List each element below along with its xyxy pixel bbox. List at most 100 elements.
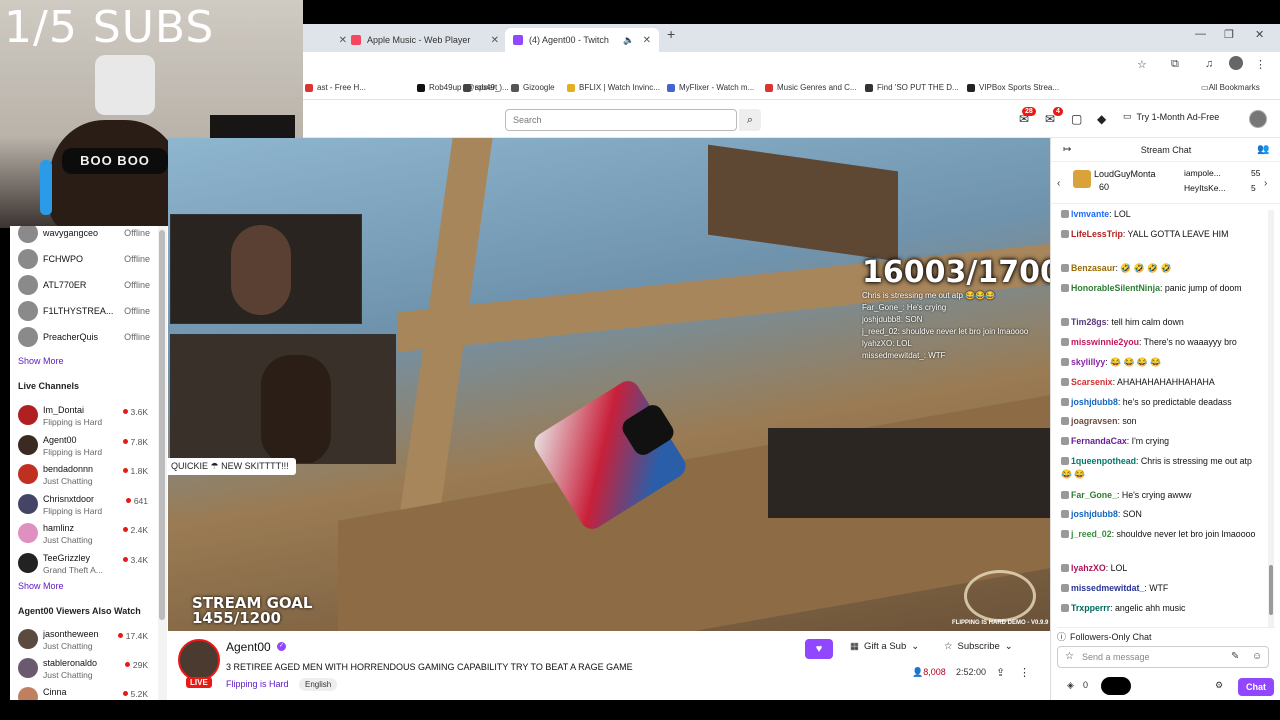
minimize-icon[interactable]: — (1195, 28, 1206, 40)
sidebar-live-channel[interactable]: Chrisnxtdoor Flipping is Hard 641 (10, 491, 160, 517)
chat-username[interactable]: joagravsen (1071, 416, 1117, 426)
new-tab-plus-icon[interactable]: + (667, 26, 675, 42)
emoji-icon[interactable]: ☺ (1252, 651, 1262, 662)
gift-sub-button[interactable]: ▦ Gift a Sub ⌄ (850, 641, 919, 652)
sidebar-recommended-channel[interactable]: Cinna Just Chatting 5.2K (10, 684, 160, 700)
sidebar-recommended-channel[interactable]: jasontheween Just Chatting 17.4K (10, 626, 160, 652)
follow-heart-button[interactable]: ♥ (805, 639, 833, 659)
channel-game: Grand Theft A... (43, 565, 103, 575)
share-icon[interactable]: ⇪ (996, 666, 1005, 679)
bookmark-item[interactable]: ast - Free H... (305, 83, 366, 92)
chat-username[interactable]: 1queenpothead (1071, 456, 1136, 466)
chat-username[interactable]: HonorableSilentNinja (1071, 283, 1160, 293)
channel-name: Im_Dontai (43, 405, 85, 415)
close-window-icon[interactable]: ✕ (1255, 28, 1264, 41)
overlay-chat-line: lyahzXO: LOL (862, 339, 912, 348)
sidebar-live-channel[interactable]: hamlinz Just Chatting 2.4K (10, 520, 160, 546)
sidebar-live-channel[interactable]: Agent00 Flipping is Hard 7.8K (10, 432, 160, 458)
chat-username[interactable]: Trxpperrr (1071, 603, 1110, 613)
more-options-icon[interactable]: ⋮ (1019, 666, 1030, 679)
channel-points-icon[interactable]: ◈ (1067, 680, 1074, 691)
bookmark-label: VIPBox Sports Strea... (979, 83, 1060, 92)
theater-icon[interactable]: ▢ (1071, 112, 1082, 126)
show-more-link[interactable]: Show More (18, 581, 64, 591)
emote-picker-icon[interactable]: ✎ (1231, 651, 1239, 662)
star-icon[interactable]: ☆ (1137, 58, 1147, 71)
sidebar-channel-offline[interactable]: FCHWPO Offline (10, 246, 160, 272)
bookmark-item[interactable]: Find 'SO PUT THE D... (865, 83, 959, 92)
chat-username[interactable]: misswinnie2you (1071, 337, 1139, 347)
chat-username[interactable]: joshjdubb8 (1071, 397, 1118, 407)
bookmark-item[interactable]: Music Genres and C... (765, 83, 857, 92)
chat-username[interactable]: lvmvante (1071, 209, 1109, 219)
chat-scrollbar[interactable] (1268, 210, 1274, 628)
all-bookmarks[interactable]: ▭ All Bookmarks (1201, 83, 1260, 92)
extensions-icon[interactable]: ⧉ (1171, 58, 1179, 71)
subscribe-button[interactable]: ☆ Subscribe ⌄ (944, 641, 1013, 652)
restore-icon[interactable]: ❐ (1224, 28, 1234, 41)
chat-send-button[interactable]: Chat (1238, 678, 1274, 696)
bookmark-item[interactable]: Gizoogle (511, 83, 555, 92)
gifter-name[interactable]: iampole... (1184, 168, 1221, 178)
community-icon[interactable]: 👥 (1257, 144, 1269, 155)
close-icon[interactable]: ✕ (643, 35, 651, 46)
chat-username[interactable]: Benzasaur (1071, 263, 1116, 273)
profile-avatar[interactable] (1229, 56, 1243, 70)
sidebar-channel-offline[interactable]: PreacherQuis Offline (10, 324, 160, 350)
close-icon[interactable]: ✕ (491, 35, 499, 46)
language-tag[interactable]: English (299, 678, 338, 691)
tab-previous[interactable]: ✕ (307, 28, 347, 52)
sidebar-channel-offline[interactable]: F1LTHYSTREA... Offline (10, 298, 160, 324)
game-link[interactable]: Flipping is Hard (226, 679, 289, 689)
chevron-right-icon[interactable]: › (1264, 178, 1267, 189)
chevron-left-icon[interactable]: ‹ (1057, 178, 1060, 189)
chat-username[interactable]: skylillyy (1071, 357, 1105, 367)
chat-settings-gear-icon[interactable]: ⚙ (1215, 680, 1223, 691)
tab-twitch[interactable]: (4) Agent00 - Twitch 🔈 ✕ (505, 28, 659, 52)
bits-icon[interactable]: ◆ (1097, 112, 1106, 126)
chat-scroll-thumb[interactable] (1269, 565, 1273, 615)
chat-username[interactable]: Far_Gone_ (1071, 490, 1117, 500)
close-icon[interactable]: ✕ (339, 35, 347, 46)
bookmark-item[interactable]: VIPBox Sports Strea... (967, 83, 1059, 92)
bookmark-item[interactable]: BFLIX | Watch Invinc... (567, 83, 660, 92)
try-ad-free-button[interactable]: ▭ Try 1-Month Ad-Free (1123, 111, 1219, 122)
chat-badge-icon (1061, 264, 1069, 272)
media-icon[interactable]: ♫ (1205, 58, 1213, 70)
bookmark-item[interactable]: spoert (463, 83, 497, 92)
chat-username[interactable]: joshjdubb8 (1071, 509, 1118, 519)
sidebar-recommended-channel[interactable]: stableronaldo Just Chatting 29K (10, 655, 160, 681)
chat-username[interactable]: Tim28gs (1071, 317, 1107, 327)
address-bar[interactable]: ☆ ⧉ ♫ ⋮ (303, 52, 1280, 78)
show-more-link[interactable]: Show More (18, 356, 64, 366)
top-gifter-name[interactable]: LoudGuyMonta (1094, 169, 1156, 179)
sidebar-scrollbar[interactable] (158, 226, 167, 700)
chat-username[interactable]: LifeLessTrip (1071, 229, 1123, 239)
chat-username[interactable]: lyahzXO (1071, 563, 1106, 573)
bookmark-item[interactable]: MyFlixer - Watch m... (667, 83, 754, 92)
tab-apple-music[interactable]: Apple Music - Web Player ✕ (351, 28, 499, 52)
sidebar-scroll-thumb[interactable] (159, 230, 165, 620)
channel-name[interactable]: Agent00 (226, 640, 271, 654)
speaker-icon[interactable]: 🔈 (623, 35, 634, 46)
sidebar-live-channel[interactable]: bendadonnn Just Chatting 1.8K (10, 461, 160, 487)
sidebar-channel-offline[interactable]: ATL770ER Offline (10, 272, 160, 298)
search-icon[interactable]: ⌕ (739, 109, 761, 131)
search-input[interactable]: Search (505, 109, 737, 131)
chat-username[interactable]: FernandaCax (1071, 436, 1127, 446)
sidebar-live-channel[interactable]: Im_Dontai Flipping is Hard 3.6K (10, 402, 160, 428)
tab-label: (4) Agent00 - Twitch (529, 35, 609, 45)
chat-username[interactable]: j_reed_02 (1071, 529, 1112, 539)
menu-kebab-icon[interactable]: ⋮ (1255, 58, 1266, 71)
channel-avatar[interactable] (178, 639, 220, 681)
chat-username[interactable]: Scarsenix (1071, 377, 1113, 387)
chat-username[interactable]: missedmewitdat_ (1071, 583, 1144, 593)
user-avatar[interactable] (1249, 110, 1267, 128)
gifter-name[interactable]: HeyItsKe... (1184, 183, 1226, 193)
sidebar-live-channel[interactable]: TeeGrizzley Grand Theft A... 3.4K (10, 550, 160, 576)
chat-text: : 😂 😂 😂 😂 (1105, 357, 1162, 367)
video-player[interactable]: 16003/17000 Chris is stressing me out at… (168, 138, 1050, 631)
reward-toggle[interactable] (1101, 677, 1131, 695)
sidebar-channel-offline[interactable]: wavygangceo Offline (10, 226, 160, 246)
bookmark-label: spoert (475, 83, 498, 92)
